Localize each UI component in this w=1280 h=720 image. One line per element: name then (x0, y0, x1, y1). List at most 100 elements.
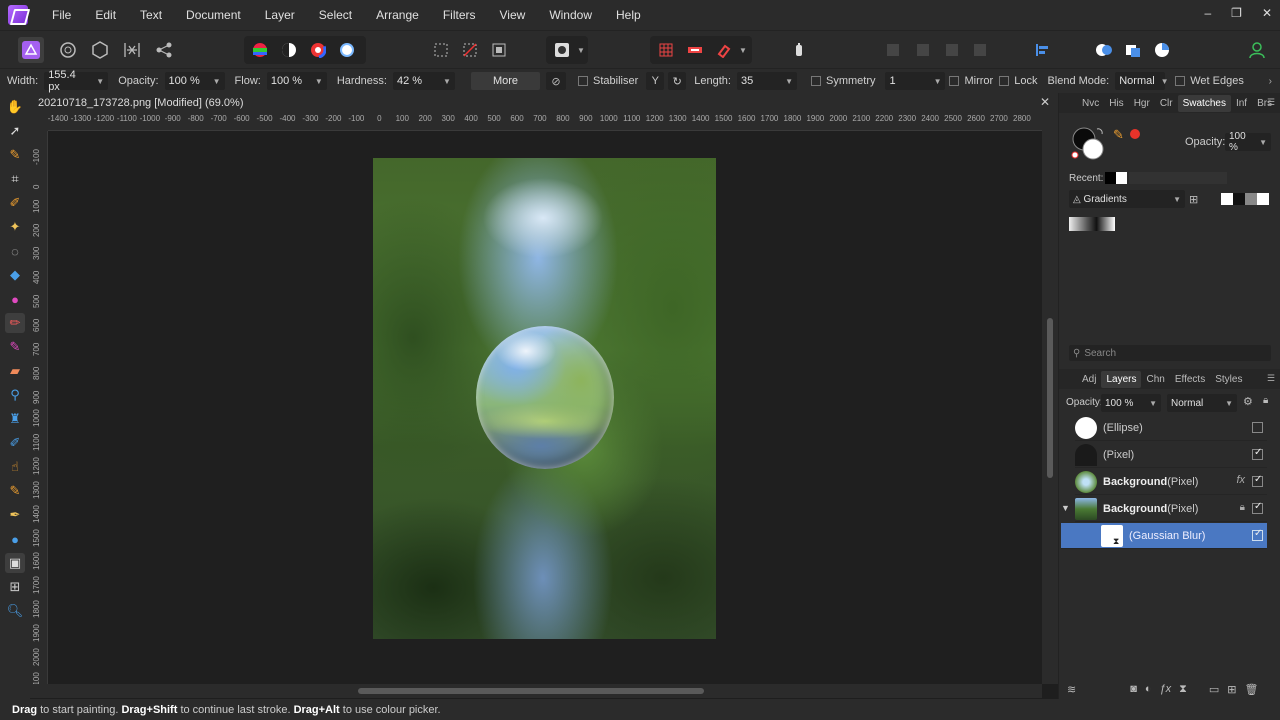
wet-edges-checkbox[interactable] (1175, 76, 1186, 86)
tab-effects[interactable]: Effects (1170, 371, 1210, 388)
fx-icon[interactable]: ƒx (1160, 683, 1172, 695)
panel-menu-icon[interactable]: ☰ (1267, 373, 1275, 384)
color-picker-tool[interactable]: ✎ (5, 145, 25, 165)
lock-checkbox[interactable] (999, 76, 1010, 86)
marquee-tool[interactable]: ◌ (5, 241, 25, 261)
symmetry-count-field[interactable]: 1 ▼ (885, 72, 946, 90)
blur-brush-tool[interactable]: ✐ (5, 433, 25, 453)
layer-row-gaussian-blur[interactable]: ⧗ (Gaussian Blur) (1061, 523, 1267, 549)
mirror-checkbox[interactable] (949, 76, 960, 86)
layer-row-pixel[interactable]: (Pixel) (1075, 442, 1267, 468)
panel-menu-icon[interactable]: ☰ (1267, 97, 1275, 108)
layer-blend-dropdown[interactable]: Normal ▼ (1167, 394, 1237, 412)
snapping-dropdown[interactable]: ▼ (736, 38, 750, 62)
menu-arrange[interactable]: Arrange (364, 8, 431, 22)
hardness-field[interactable]: 42 % ▼ (392, 72, 455, 90)
tab-swatches[interactable]: Swatches (1177, 94, 1231, 112)
deselect-button[interactable] (458, 38, 482, 62)
move-to-back-button[interactable] (787, 38, 811, 62)
snapping-magnet-button[interactable] (712, 38, 736, 62)
add-layer-icon[interactable]: ⊞ (1227, 683, 1236, 696)
inpainting-tool[interactable]: ✎ (5, 481, 25, 501)
folder-icon[interactable]: ▭ (1209, 683, 1219, 696)
develop-persona-button[interactable] (88, 38, 112, 62)
horizontal-scroll-thumb[interactable] (358, 688, 704, 694)
flood-select-tool[interactable]: ✦ (5, 217, 25, 237)
lock-icon[interactable]: 🔒︎ (1240, 502, 1245, 513)
dodge-tool[interactable]: ⚲ (5, 385, 25, 405)
force-pressure-button[interactable]: ⊘ (546, 72, 567, 90)
tab-adjustment[interactable]: Adj (1077, 371, 1101, 388)
horizontal-scrollbar[interactable] (30, 684, 1042, 698)
tab-layers[interactable]: Layers (1101, 370, 1142, 388)
align-button[interactable] (1030, 38, 1054, 62)
tab-history[interactable]: His (1104, 95, 1128, 112)
boolean-subtract-button[interactable] (1121, 38, 1145, 62)
swatch-search-field[interactable]: ⚲ Search (1069, 345, 1271, 361)
layers-stack-icon[interactable]: ≋ (1067, 683, 1076, 696)
more-button[interactable]: More (470, 72, 541, 90)
quick-mask-dropdown[interactable]: ▼ (574, 38, 588, 62)
shape-tool[interactable]: ● (5, 529, 25, 549)
arrange-backward-button[interactable] (911, 38, 935, 62)
menu-document[interactable]: Document (174, 8, 253, 22)
menu-text[interactable]: Text (128, 8, 174, 22)
close-button[interactable]: ✕ (1262, 6, 1272, 20)
mesh-warp-tool[interactable]: ⊞ (5, 577, 25, 597)
tab-info[interactable]: Inf (1231, 95, 1252, 112)
view-tool[interactable]: ✋ (5, 97, 25, 117)
smudge-tool[interactable]: ☝ (5, 457, 25, 477)
toolbar-overflow-icon[interactable]: › (1269, 76, 1272, 87)
layer-visibility-checkbox[interactable] (1252, 474, 1263, 487)
arrange-forward-button[interactable] (940, 38, 964, 62)
crystal-ball-ellipse[interactable] (476, 326, 614, 469)
quick-mask-button[interactable] (550, 38, 574, 62)
flood-fill-tool[interactable]: ◆ (5, 265, 25, 285)
menu-view[interactable]: View (488, 8, 538, 22)
eyedropper-icon[interactable]: ✎ (1113, 127, 1124, 143)
live-filter-icon[interactable]: ⧗ (1179, 683, 1187, 696)
length-field[interactable]: 35 ▼ (736, 72, 797, 90)
tab-colour[interactable]: Clr (1155, 95, 1178, 112)
marquee-select-button[interactable] (429, 38, 453, 62)
menu-help[interactable]: Help (604, 8, 653, 22)
layer-visibility-checkbox[interactable] (1252, 447, 1263, 460)
invert-selection-button[interactable] (487, 38, 511, 62)
arrange-front-button[interactable] (968, 38, 992, 62)
liquify-persona-button[interactable] (56, 38, 80, 62)
vertical-scrollbar[interactable] (1042, 113, 1058, 684)
width-field[interactable]: 155.4 px ▼ (44, 69, 109, 93)
menu-layer[interactable]: Layer (253, 8, 307, 22)
adjustment-icon[interactable]: ◐ (1145, 683, 1152, 695)
boolean-intersect-button[interactable] (1150, 38, 1174, 62)
photo-persona-button[interactable] (18, 37, 44, 63)
swatch-none-black-grey-white[interactable] (1221, 193, 1269, 205)
gradient-swatches[interactable] (1069, 217, 1115, 231)
menu-window[interactable]: Window (537, 8, 604, 22)
layer-visibility-checkbox[interactable] (1252, 422, 1263, 433)
boolean-add-button[interactable] (1092, 38, 1116, 62)
rope-mode-button[interactable]: Y (646, 72, 665, 90)
canvas-area[interactable] (48, 131, 1042, 684)
gear-icon[interactable]: ⚙ (1243, 395, 1253, 408)
menu-select[interactable]: Select (307, 8, 364, 22)
fx-icon[interactable]: fx (1236, 474, 1245, 486)
document-tab[interactable]: 20210718_173728.png [Modified] (69.0%) ✕ (30, 93, 1058, 113)
palette-dropdown[interactable]: ◬ Gradients ▼ (1069, 190, 1185, 208)
erase-brush-tool[interactable]: ▰ (5, 361, 25, 381)
blend-mode-dropdown[interactable]: Normal ▼ (1115, 72, 1169, 90)
lock-icon[interactable]: 🔒︎ (1263, 395, 1268, 406)
export-persona-button[interactable] (152, 38, 176, 62)
contrast-button[interactable] (277, 38, 301, 62)
color-balance-button[interactable] (306, 38, 330, 62)
expand-triangle-icon[interactable]: ▼ (1061, 503, 1070, 513)
layer-visibility-checkbox[interactable] (1252, 501, 1263, 514)
tab-navigator[interactable]: Nvc (1077, 95, 1104, 112)
paint-brush-tool[interactable]: ✏ (5, 313, 25, 333)
tab-histogram[interactable]: Hgr (1129, 95, 1155, 112)
recent-swatches[interactable] (1105, 172, 1127, 184)
zoom-tool[interactable]: 🔍︎ (5, 601, 25, 621)
menu-filters[interactable]: Filters (431, 8, 488, 22)
layer-opacity-field[interactable]: 100 % ▼ (1101, 394, 1161, 412)
arrange-back-button[interactable] (881, 38, 905, 62)
